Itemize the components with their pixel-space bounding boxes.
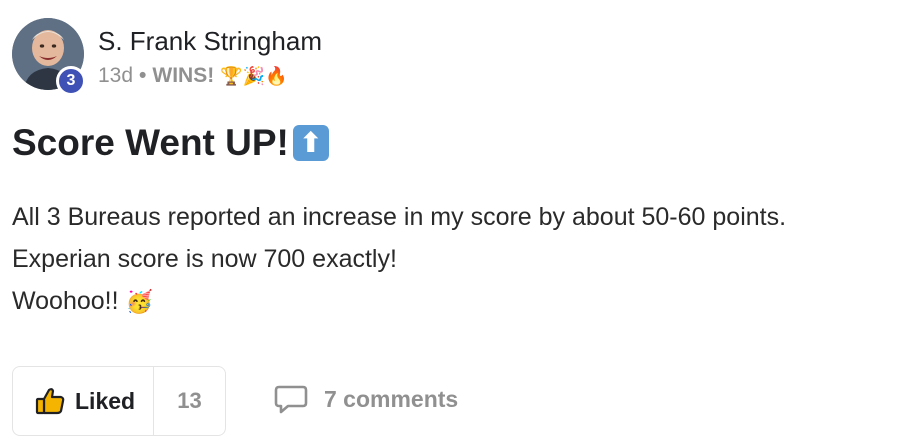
- post-meta: 13d • WINS! 🏆🎉🔥: [98, 64, 287, 88]
- party-face-icon: 🥳: [125, 289, 153, 314]
- comments-label: 7 comments: [324, 385, 459, 412]
- comments-link[interactable]: 7 comments: [274, 384, 458, 414]
- post-body-line-1: All 3 Bureaus reported an increase in my…: [12, 203, 787, 231]
- like-button[interactable]: Liked: [13, 367, 155, 435]
- level-badge: 3: [56, 66, 86, 96]
- thumbs-up-icon: [35, 388, 65, 415]
- meta-separator: •: [139, 64, 147, 87]
- post-title: Score Went UP!: [12, 122, 289, 163]
- author-name[interactable]: S. Frank Stringham: [98, 26, 322, 57]
- post-category[interactable]: WINS!: [152, 64, 214, 88]
- post-body-line-3-text: Woohoo!!: [12, 287, 119, 315]
- post-body-line-3: Woohoo!! 🥳: [12, 280, 902, 323]
- like-count[interactable]: 13: [154, 367, 225, 435]
- up-arrow-icon: ⬆: [292, 125, 329, 161]
- author-avatar-container[interactable]: 3: [12, 18, 86, 96]
- post-body: All 3 Bureaus reported an increase in my…: [12, 196, 902, 323]
- like-control: Liked 13: [12, 366, 226, 436]
- like-label: Liked: [75, 387, 136, 414]
- comment-bubble-icon: [274, 385, 308, 414]
- category-emoji-icons: 🏆🎉🔥: [220, 65, 288, 86]
- post-title-row: Score Went UP! ⬆: [12, 122, 329, 164]
- post-time[interactable]: 13d: [98, 64, 133, 88]
- post-body-line-2: Experian score is now 700 exactly!: [12, 245, 397, 273]
